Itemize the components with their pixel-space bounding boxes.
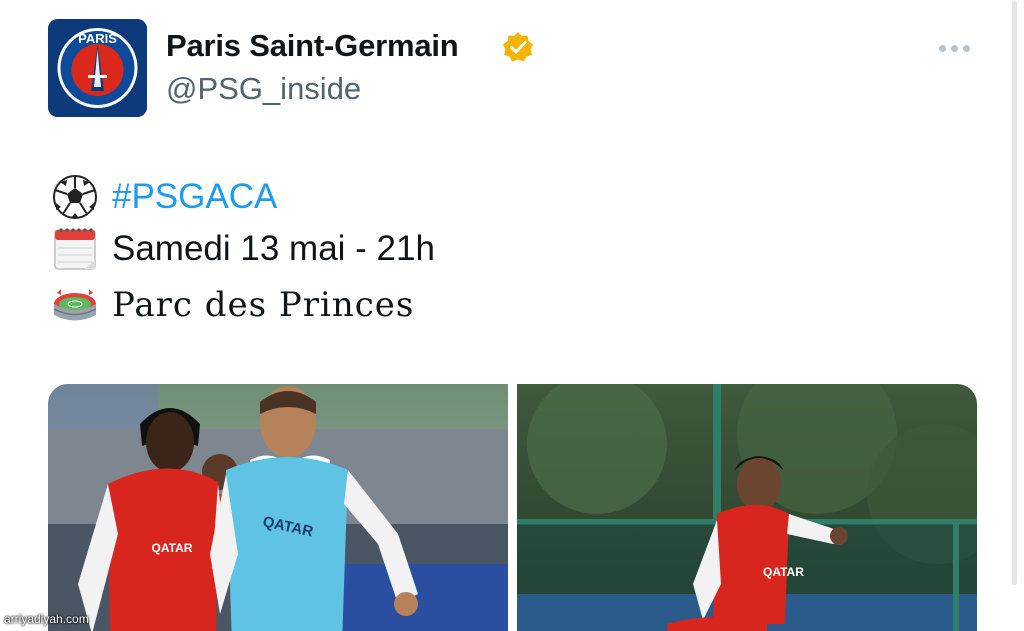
psg-crest-icon: PARIS	[48, 19, 147, 117]
calendar-icon	[52, 226, 98, 272]
tweet-page: PARIS Paris Saint-Germain @PSG_inside #P…	[0, 0, 1024, 631]
tweet-line-hashtag: #PSGACA	[52, 174, 277, 220]
training-photo-left[interactable]: QATAR QATAR	[48, 384, 508, 631]
watermark: arriyadiyah.com	[4, 612, 89, 626]
match-date-text: Samedi 13 mai - 21h	[112, 229, 435, 268]
training-photo-right[interactable]: QATAR	[517, 384, 977, 631]
verified-badge-icon	[502, 31, 534, 63]
jersey-sponsor-left: QATAR	[152, 541, 193, 555]
stadium-icon	[52, 282, 98, 328]
more-options-icon	[938, 44, 946, 52]
tweet-line-venue: Parc des Princes	[52, 282, 414, 328]
more-options-button[interactable]	[934, 36, 974, 60]
jersey-sponsor-right: QATAR	[763, 565, 804, 579]
more-options-icon	[950, 44, 958, 52]
soccer-ball-icon	[52, 174, 98, 220]
media-grid: QATAR QATAR QATAR	[48, 384, 978, 631]
display-name[interactable]: Paris Saint-Germain	[166, 28, 459, 64]
user-handle[interactable]: @PSG_inside	[166, 71, 361, 107]
more-options-icon	[962, 44, 970, 52]
scrollbar[interactable]	[1012, 0, 1017, 585]
hashtag-link[interactable]: #PSGACA	[112, 177, 277, 217]
avatar-text: PARIS	[78, 31, 117, 46]
avatar[interactable]: PARIS	[48, 19, 147, 117]
venue-text: Parc des Princes	[112, 285, 415, 325]
tweet-line-date: Samedi 13 mai - 21h	[52, 226, 435, 272]
